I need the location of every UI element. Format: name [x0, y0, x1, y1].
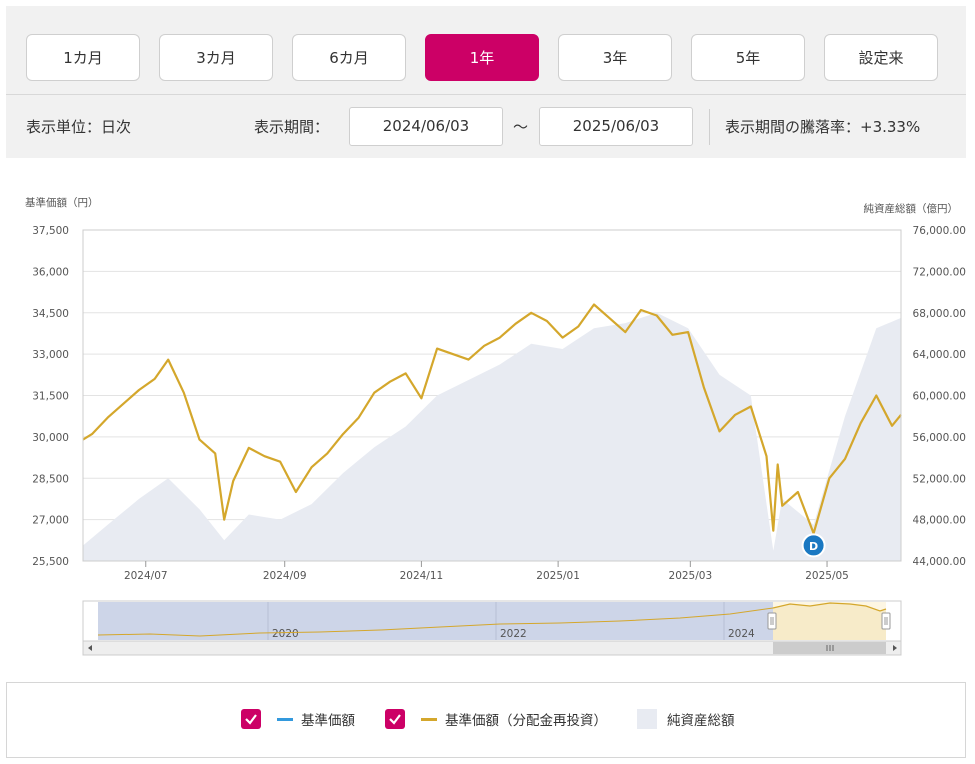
x-tick-label: 2024/09 — [263, 570, 307, 582]
dividend-marker[interactable]: D — [801, 533, 826, 558]
legend-items: 基準価額 基準価額（分配金再投資） 純資産総額 — [241, 709, 735, 729]
range-navigator[interactable]: 2020 2022 2024 — [82, 600, 902, 656]
dividend-marker-label: D — [809, 540, 818, 553]
check-icon — [389, 714, 401, 725]
left-tick-label: 34,500 — [32, 308, 69, 320]
nav-legend-label: 基準価額 — [301, 713, 355, 729]
period-3y-button[interactable]: 3年 — [558, 34, 672, 81]
period-since-inception-button[interactable]: 設定来 — [824, 34, 938, 81]
nav-reinvested-checkbox[interactable] — [385, 709, 405, 729]
left-tick-label: 25,500 — [32, 556, 69, 568]
period-6m-button[interactable]: 6カ月 — [292, 34, 406, 81]
display-range-label: 表示期間： — [254, 118, 330, 136]
period-1y-button[interactable]: 1年 — [425, 34, 539, 81]
left-tick-label: 27,000 — [32, 515, 69, 527]
nav-checkbox[interactable] — [241, 709, 261, 729]
left-tick-label: 28,500 — [32, 473, 69, 485]
display-unit-text: 表示単位：日次 — [26, 118, 132, 136]
right-tick-label: 72,000.00 — [913, 266, 966, 278]
left-axis: 37,500 36,000 34,500 33,000 31,500 30,000 28,5… — [32, 225, 69, 568]
right-tick-label: 68,000.00 — [913, 308, 966, 320]
nav-reinvested-legend-label: 基準価額（分配金再投資） — [445, 713, 607, 729]
navigator-year-label: 2020 — [272, 628, 299, 640]
range-separator: ～ — [513, 118, 529, 136]
end-date-input[interactable]: 2025/06/03 — [539, 107, 693, 146]
left-tick-label: 30,000 — [32, 432, 69, 444]
right-tick-label: 44,000.00 — [913, 556, 966, 568]
change-rate-text: 表示期間の騰落率：+3.33% — [725, 118, 921, 136]
period-1m-button[interactable]: 1カ月 — [26, 34, 140, 81]
vertical-divider — [709, 109, 710, 145]
left-tick-label: 37,500 — [32, 225, 69, 237]
price-chart[interactable]: 基準価額（円） 純資産総額（億円） 37,500 36,000 34,500 33,0… — [0, 190, 975, 660]
panel-divider — [6, 94, 966, 95]
right-tick-label: 64,000.00 — [913, 349, 966, 361]
nav-legend-line — [277, 717, 293, 721]
left-tick-label: 31,500 — [32, 391, 69, 403]
left-tick-label: 36,000 — [32, 266, 69, 278]
start-date-input[interactable]: 2024/06/03 — [349, 107, 503, 146]
navigator-selected-area — [773, 603, 886, 640]
period-3m-button[interactable]: 3カ月 — [159, 34, 273, 81]
x-tick-label: 2025/01 — [536, 570, 580, 582]
net-assets-legend-swatch — [637, 709, 657, 729]
net-assets-legend-label: 純資産総額 — [667, 713, 735, 729]
left-axis-title: 基準価額（円） — [25, 196, 99, 209]
right-tick-label: 60,000.00 — [913, 391, 966, 403]
navigator-year-label: 2022 — [500, 628, 527, 640]
right-tick-label: 52,000.00 — [913, 473, 966, 485]
x-tick-label: 2024/07 — [124, 570, 168, 582]
check-icon — [245, 714, 257, 725]
x-tick-label: 2025/03 — [669, 570, 713, 582]
right-tick-label: 76,000.00 — [913, 225, 966, 237]
right-tick-label: 48,000.00 — [913, 515, 966, 527]
navigator-year-label: 2024 — [728, 628, 755, 640]
period-control-panel: 1カ月 3カ月 6カ月 1年 3年 5年 設定来 表示単位：日次 表示期間： 2… — [6, 6, 966, 158]
left-tick-label: 33,000 — [32, 349, 69, 361]
period-5y-button[interactable]: 5年 — [691, 34, 805, 81]
nav-reinvested-legend-line — [421, 717, 437, 721]
navigator-right-handle[interactable] — [881, 612, 891, 630]
navigator-unselected-region — [98, 602, 773, 640]
x-axis: 2024/07 2024/09 2024/11 2025/01 2025/03 2025/… — [124, 561, 849, 582]
navigator-left-handle[interactable] — [767, 612, 777, 630]
legend: 基準価額 基準価額（分配金再投資） 純資産総額 — [6, 682, 966, 758]
x-tick-label: 2025/05 — [805, 570, 849, 582]
period-tabs: 1カ月 3カ月 6カ月 1年 3年 5年 設定来 — [26, 34, 938, 81]
x-tick-label: 2024/11 — [400, 570, 444, 582]
right-tick-label: 56,000.00 — [913, 432, 966, 444]
right-axis: 76,000.00 72,000.00 68,000.00 64,000.00 60,0… — [913, 225, 966, 568]
right-axis-title: 純資産総額（億円） — [864, 202, 959, 215]
